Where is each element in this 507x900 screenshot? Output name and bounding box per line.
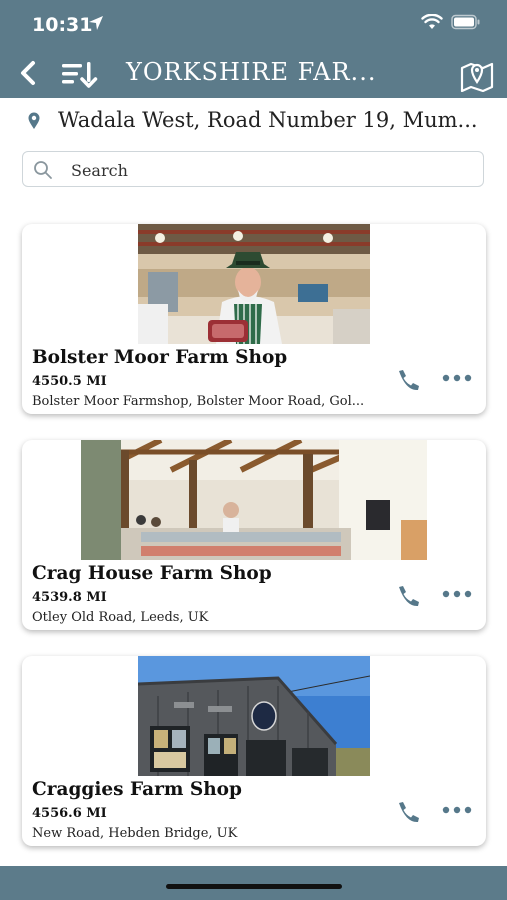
- page-title: YORKSHIRE FAR...: [126, 58, 377, 86]
- pin-icon: [28, 112, 40, 129]
- bottom-bar: [0, 866, 507, 900]
- phone-icon[interactable]: [394, 368, 422, 392]
- status-icons: [421, 14, 481, 30]
- shop-distance: 4550.5 MI: [32, 374, 107, 389]
- search-input[interactable]: [69, 152, 473, 188]
- more-icon[interactable]: [442, 804, 472, 816]
- battery-icon: [451, 14, 480, 30]
- shop-name: Bolster Moor Farm Shop: [32, 347, 288, 368]
- location-arrow-icon: [89, 16, 103, 30]
- map-icon[interactable]: [459, 58, 495, 92]
- phone-icon[interactable]: [394, 584, 422, 608]
- location-text: Wadala West, Road Number 19, Mum...: [58, 108, 478, 132]
- shop-card[interactable]: Crag House Farm Shop 4539.8 MI Otley Old…: [22, 440, 486, 630]
- shop-address: Bolster Moor Farmshop, Bolster Moor Road…: [32, 394, 365, 409]
- more-icon[interactable]: [442, 588, 472, 600]
- home-indicator[interactable]: [166, 884, 342, 889]
- top-bar: 10:31 YORKSHIRE FAR...: [0, 0, 507, 98]
- phone-icon[interactable]: [394, 800, 422, 824]
- wifi-icon: [421, 14, 443, 29]
- shop-address: New Road, Hebden Bridge, UK: [32, 826, 238, 841]
- shop-name: Crag House Farm Shop: [32, 563, 272, 584]
- search-bar[interactable]: [22, 151, 484, 188]
- sort-icon[interactable]: [58, 58, 98, 90]
- shop-distance: 4539.8 MI: [32, 590, 107, 605]
- shop-address: Otley Old Road, Leeds, UK: [32, 610, 209, 625]
- shop-card[interactable]: Bolster Moor Farm Shop 4550.5 MI Bolster…: [22, 224, 486, 414]
- more-icon[interactable]: [442, 372, 472, 384]
- shop-photo: [138, 224, 370, 344]
- shop-photo: [138, 656, 370, 776]
- shop-distance: 4556.6 MI: [32, 806, 107, 821]
- back-icon[interactable]: [14, 58, 44, 88]
- shop-photo: [81, 440, 427, 560]
- location-row[interactable]: Wadala West, Road Number 19, Mum...: [0, 98, 507, 148]
- shop-name: Craggies Farm Shop: [32, 779, 242, 800]
- status-time: 10:31: [32, 14, 93, 36]
- search-icon: [34, 161, 52, 179]
- shop-card[interactable]: Craggies Farm Shop 4556.6 MI New Road, H…: [22, 656, 486, 846]
